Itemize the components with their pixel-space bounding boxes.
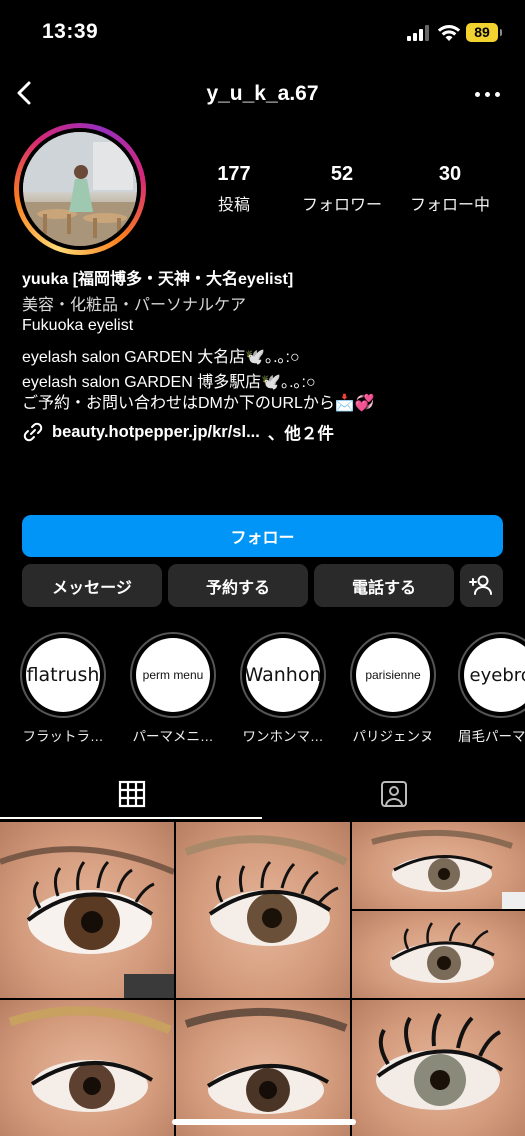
post-thumbnail[interactable] — [176, 1000, 350, 1136]
stat-followers-label: フォロワー — [301, 197, 382, 214]
status-bar: 13:39 89 — [0, 0, 525, 68]
profile-username: y_u_k_a.67 — [206, 82, 319, 105]
avatar — [23, 132, 137, 246]
link-icon — [23, 422, 43, 442]
post-thumbnail[interactable] — [352, 911, 525, 998]
home-indicator — [172, 1119, 356, 1125]
profile-link-text: beauty.hotpepper.jp/kr/sl... — [52, 422, 260, 441]
bio-line: Fukuoka eyelist — [22, 317, 134, 334]
highlight-item[interactable]: perm menu パーマメニ… — [128, 632, 218, 745]
highlight-cover-text: flatrush — [26, 664, 100, 686]
battery-indicator: 89 — [466, 23, 502, 42]
highlight-cover-text: Wanhon — [246, 664, 320, 686]
tab-tagged[interactable] — [262, 760, 525, 822]
call-button[interactable]: 電話する — [314, 564, 454, 607]
highlight-cover-text: parisienne — [365, 668, 421, 682]
highlight-cover-text: perm menu — [142, 668, 204, 682]
suggest-people-button[interactable] — [460, 564, 503, 607]
grid-icon — [118, 780, 146, 808]
profile-header: y_u_k_a.67 — [0, 70, 525, 118]
highlight-label: パーマメニ… — [132, 729, 214, 744]
profile-tabs — [0, 760, 525, 822]
highlight-item[interactable]: parisienne パリジェンヌ — [348, 632, 438, 745]
active-tab-indicator — [0, 817, 262, 819]
post-thumbnail[interactable] — [0, 1000, 174, 1136]
highlight-label: 眉毛パーマ — [458, 729, 525, 744]
stat-posts[interactable]: 177 投稿 — [184, 163, 284, 215]
highlight-item[interactable]: Wanhon ワンホンマ… — [238, 632, 328, 745]
highlight-label: フラットラ… — [22, 729, 104, 744]
status-time: 13:39 — [42, 20, 99, 43]
stat-following-count: 30 — [438, 163, 462, 185]
posts-grid — [0, 822, 525, 1136]
stat-following-label: フォロー中 — [409, 197, 490, 214]
highlight-cover-text: eyebrow — [469, 664, 525, 686]
wifi-icon — [437, 25, 461, 41]
more-icon[interactable] — [472, 82, 504, 104]
message-button[interactable]: メッセージ — [22, 564, 162, 607]
stat-posts-count: 177 — [217, 163, 251, 185]
tab-posts-grid[interactable] — [0, 760, 262, 822]
highlight-label: ワンホンマ… — [242, 729, 324, 744]
tagged-icon — [381, 781, 407, 807]
avatar-story-ring[interactable] — [14, 123, 146, 255]
follow-button[interactable]: フォロー — [22, 515, 503, 557]
signal-icon — [407, 25, 429, 41]
reserve-button[interactable]: 予約する — [168, 564, 308, 607]
post-thumbnail[interactable] — [352, 1000, 525, 1136]
highlight-item[interactable]: eyebrow 眉毛パーマ — [458, 632, 525, 745]
bio-line: ご予約・お問い合わせはDMか下のURLから📩💞 — [22, 395, 375, 412]
post-thumbnail[interactable] — [352, 822, 525, 909]
highlight-item[interactable]: flatrush フラットラ… — [18, 632, 108, 745]
profile-link[interactable]: beauty.hotpepper.jp/kr/sl... 、他２件 — [22, 421, 334, 443]
profile-display-name: yuuka [福岡博多・天神・大名eyelist] — [22, 271, 294, 288]
add-person-icon — [469, 575, 492, 595]
profile-link-suffix: 、他２件 — [267, 425, 334, 443]
stat-followers-count: 52 — [330, 163, 354, 185]
highlight-label: パリジェンヌ — [352, 729, 434, 744]
stat-following[interactable]: 30 フォロー中 — [400, 163, 500, 215]
post-thumbnail[interactable] — [176, 822, 350, 998]
stat-posts-label: 投稿 — [217, 197, 250, 214]
stat-followers[interactable]: 52 フォロワー — [292, 163, 392, 215]
post-thumbnail[interactable] — [0, 822, 174, 998]
profile-category: 美容・化粧品・パーソナルケア — [22, 297, 247, 314]
bio-line: eyelash salon GARDEN 大名店🕊️｡.｡:○ — [22, 349, 300, 366]
